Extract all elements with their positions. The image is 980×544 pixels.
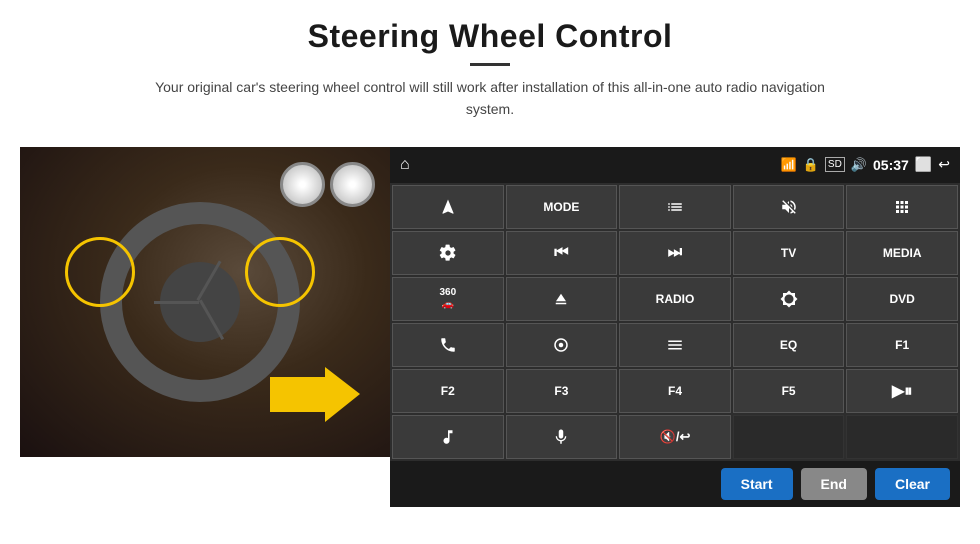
btn-playpause[interactable]: ▶⏸ — [846, 369, 958, 413]
status-right: 📶 🔒 SD 🔊 05:37 ⬜ ↩ — [781, 156, 950, 173]
clear-button[interactable]: Clear — [875, 468, 950, 500]
highlight-circle-left — [65, 237, 135, 307]
sd-icon: SD — [825, 157, 845, 172]
action-bar: Start End Clear — [390, 461, 960, 507]
btn-dash[interactable] — [619, 323, 731, 367]
btn-next[interactable]: ⏭ — [619, 231, 731, 275]
spoke-right — [199, 299, 224, 339]
btn-settings[interactable] — [392, 231, 504, 275]
content-area: ⌂ 📶 🔒 SD 🔊 05:37 ⬜ ↩ — [20, 147, 960, 507]
gauge-rpm — [330, 162, 375, 207]
page-title: Steering Wheel Control — [140, 18, 840, 55]
spoke-left — [196, 260, 221, 300]
arrow-indicator — [270, 367, 360, 427]
btn-brightness[interactable] — [733, 277, 845, 321]
gauge-speed — [280, 162, 325, 207]
wifi-icon: 📶 — [781, 157, 797, 173]
btn-navigate[interactable] — [392, 185, 504, 229]
btn-navi[interactable] — [506, 323, 618, 367]
btn-tv[interactable]: TV — [733, 231, 845, 275]
end-button[interactable]: End — [801, 468, 867, 500]
btn-radio[interactable]: RADIO — [619, 277, 731, 321]
control-panel: ⌂ 📶 🔒 SD 🔊 05:37 ⬜ ↩ — [390, 147, 960, 507]
dashboard-gauges — [280, 162, 380, 222]
btn-eject[interactable] — [506, 277, 618, 321]
btn-music[interactable] — [392, 415, 504, 459]
btn-eq[interactable]: EQ — [733, 323, 845, 367]
back-icon[interactable]: ↩ — [938, 156, 950, 173]
highlight-circle-right — [245, 237, 315, 307]
status-left: ⌂ — [400, 156, 410, 174]
title-divider — [470, 63, 510, 66]
btn-mute[interactable] — [733, 185, 845, 229]
btn-apps[interactable] — [846, 185, 958, 229]
btn-list[interactable] — [619, 185, 731, 229]
steering-wheel-hub — [160, 262, 240, 342]
btn-mic[interactable] — [506, 415, 618, 459]
spoke-bottom — [154, 301, 199, 304]
screen-icon[interactable]: ⬜ — [915, 156, 932, 173]
btn-empty1 — [733, 415, 845, 459]
steering-wheel-image — [20, 147, 390, 457]
title-section: Steering Wheel Control Your original car… — [140, 18, 840, 137]
btn-f4[interactable]: F4 — [619, 369, 731, 413]
btn-f5[interactable]: F5 — [733, 369, 845, 413]
button-grid: MODE ⏮ ⏭ — [390, 183, 960, 461]
btn-prev[interactable]: ⏮ — [506, 231, 618, 275]
btn-empty2 — [846, 415, 958, 459]
btn-phone[interactable] — [392, 323, 504, 367]
btn-f3[interactable]: F3 — [506, 369, 618, 413]
start-button[interactable]: Start — [721, 468, 793, 500]
btn-phonecall[interactable]: 🔇/↩ — [619, 415, 731, 459]
btn-f1[interactable]: F1 — [846, 323, 958, 367]
status-bar: ⌂ 📶 🔒 SD 🔊 05:37 ⬜ ↩ — [390, 147, 960, 183]
btn-360[interactable]: 360🚗 — [392, 277, 504, 321]
btn-mode[interactable]: MODE — [506, 185, 618, 229]
lock-icon: 🔒 — [803, 157, 819, 173]
status-time: 05:37 — [873, 157, 909, 173]
page-wrapper: Steering Wheel Control Your original car… — [0, 0, 980, 544]
btn-f2[interactable]: F2 — [392, 369, 504, 413]
btn-dvd[interactable]: DVD — [846, 277, 958, 321]
btn-media[interactable]: MEDIA — [846, 231, 958, 275]
home-icon[interactable]: ⌂ — [400, 156, 410, 174]
bt-icon: 🔊 — [851, 157, 867, 173]
page-subtitle: Your original car's steering wheel contr… — [140, 76, 840, 121]
